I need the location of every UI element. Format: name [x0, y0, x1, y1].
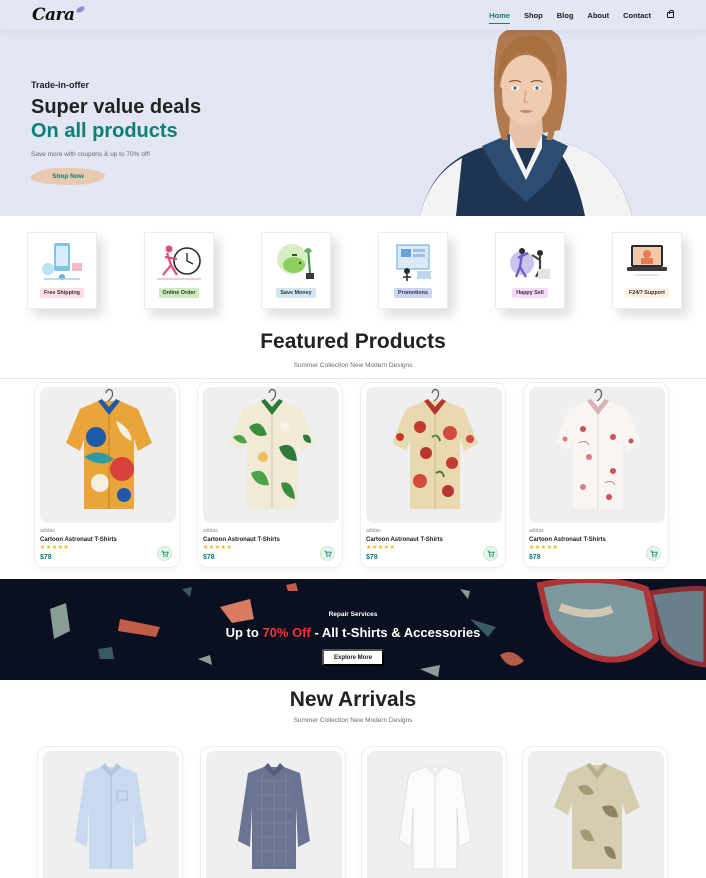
logo-text: Cara — [32, 5, 75, 25]
shirt-tropical-leaves-image — [229, 388, 315, 509]
support-illustration-icon — [627, 245, 667, 276]
banner-title-suffix: - All t-Shirts & Accessories — [310, 625, 481, 640]
product-card[interactable] — [361, 746, 507, 878]
rating-stars: ★★★★★ — [366, 545, 396, 551]
product-image[interactable] — [206, 751, 342, 878]
cart-icon — [650, 550, 658, 557]
feature-boxes: Free Shipping Online Order Save Money Pr… — [27, 232, 683, 310]
hero-title-accent: On all products — [31, 120, 178, 142]
product-price: $78 — [40, 554, 52, 561]
banner-eyebrow: Repair Services — [328, 611, 378, 618]
arrivals-subtitle: Summer Collection New Modern Designs — [293, 717, 413, 724]
product-brand: adidas — [203, 528, 218, 534]
add-to-cart-button[interactable] — [320, 546, 335, 561]
hero-eyebrow: Trade-in-offer — [31, 80, 90, 90]
feature-label: Save Money — [276, 288, 316, 298]
save-money-illustration-icon — [277, 244, 314, 279]
nav-blog[interactable]: Blog — [557, 11, 574, 20]
shirt-colorful-image — [66, 388, 152, 509]
product-name: Cartoon Astronaut T-Shirts — [529, 537, 606, 543]
product-brand: adidas — [529, 528, 544, 534]
site-header: Cara Home Shop Blog About Contact — [0, 0, 706, 30]
feature-free-shipping: Free Shipping — [27, 232, 97, 309]
product-card[interactable]: adidas Cartoon Astronaut T-Shirts ★★★★★ … — [360, 382, 506, 568]
product-name: Cartoon Astronaut T-Shirts — [203, 537, 280, 543]
product-name: Cartoon Astronaut T-Shirts — [366, 537, 443, 543]
product-price: $78 — [366, 554, 378, 561]
explore-more-button[interactable]: Explore More — [322, 649, 384, 666]
add-to-cart-button[interactable] — [157, 546, 172, 561]
product-image[interactable] — [43, 751, 179, 878]
shirt-camo-beige-image — [554, 763, 640, 869]
add-to-cart-button[interactable] — [483, 546, 498, 561]
hero-title: Super value deals — [31, 96, 202, 118]
nav-shop[interactable]: Shop — [524, 11, 543, 20]
nav-contact[interactable]: Contact — [623, 11, 651, 20]
feature-label: Happy Sell — [512, 288, 548, 298]
feature-happy-sell: Happy Sell — [495, 232, 565, 309]
product-image[interactable] — [40, 387, 176, 523]
shirt-white-image — [398, 763, 472, 870]
product-card[interactable] — [522, 746, 668, 878]
cart-icon — [161, 550, 169, 557]
shirt-checked-navy-image — [238, 763, 310, 869]
nav-home[interactable]: Home — [489, 11, 510, 24]
hero-subtitle: Save more with coupons & up to 70% off! — [31, 151, 151, 158]
feature-online-order: Online Order — [144, 232, 214, 309]
hero-section: Trade-in-offer Super value deals On all … — [0, 30, 706, 216]
product-image[interactable] — [528, 751, 664, 878]
logo-leaf-icon — [74, 5, 86, 14]
product-card[interactable]: adidas Cartoon Astronaut T-Shirts ★★★★★ … — [523, 382, 669, 568]
feature-label: F24/7 Support — [625, 288, 669, 298]
feature-label: Free Shipping — [40, 288, 84, 298]
online-order-illustration-icon — [157, 245, 201, 280]
featured-subtitle: Summer Collection New Modern Designs — [293, 362, 413, 369]
cart-icon — [324, 550, 332, 557]
product-image[interactable] — [366, 387, 502, 523]
product-brand: adidas — [366, 528, 381, 534]
product-image[interactable] — [529, 387, 665, 523]
hero-model-image — [420, 30, 632, 216]
promo-banner: Repair Services Up to 70% Off - All t-Sh… — [0, 579, 706, 680]
shopping-bag-icon[interactable] — [667, 9, 674, 18]
cart-icon — [487, 550, 495, 557]
promotions-illustration-icon — [396, 244, 431, 281]
product-image[interactable] — [203, 387, 339, 523]
feature-save-money: Save Money — [261, 232, 331, 309]
shirt-white-floral-image — [555, 388, 641, 509]
add-to-cart-button[interactable] — [646, 546, 661, 561]
banner-title-accent: 70% Off — [262, 625, 311, 640]
banner-title-prefix: Up to — [225, 625, 263, 640]
product-card[interactable]: adidas Cartoon Astronaut T-Shirts ★★★★★ … — [197, 382, 343, 568]
brand-logo[interactable]: Cara — [32, 5, 86, 25]
nav-about[interactable]: About — [587, 11, 609, 20]
hero-text: Trade-in-offer Super value deals On all … — [31, 80, 201, 185]
shop-now-button[interactable]: Shop Now — [31, 168, 105, 185]
feature-promotions: Promotions — [378, 232, 448, 309]
rating-stars: ★★★★★ — [529, 545, 559, 551]
feature-label: Online Order — [158, 288, 200, 298]
happy-sell-illustration-icon — [510, 248, 550, 279]
feature-label: Promotions — [394, 288, 432, 298]
rating-stars: ★★★★★ — [203, 545, 233, 551]
rating-stars: ★★★★★ — [40, 545, 70, 551]
featured-title: Featured Products — [260, 330, 446, 353]
shirt-light-blue-image — [75, 763, 147, 869]
main-nav: Home Shop Blog About Contact — [489, 9, 674, 24]
product-image[interactable] — [367, 751, 503, 878]
product-card[interactable] — [200, 746, 346, 878]
product-card[interactable]: adidas Cartoon Astronaut T-Shirts ★★★★★ … — [34, 382, 180, 568]
product-price: $78 — [203, 554, 215, 561]
product-brand: adidas — [40, 528, 55, 534]
feature-support: F24/7 Support — [612, 232, 682, 309]
product-price: $78 — [529, 554, 541, 561]
product-name: Cartoon Astronaut T-Shirts — [40, 537, 117, 543]
free-shipping-illustration-icon — [42, 243, 82, 280]
product-card[interactable] — [37, 746, 183, 878]
arrivals-title: New Arrivals — [289, 688, 417, 711]
banner-title: Up to 70% Off - All t-Shirts & Accessori… — [0, 625, 706, 640]
shirt-floral-red-image — [392, 388, 478, 509]
section-divider — [0, 378, 706, 379]
